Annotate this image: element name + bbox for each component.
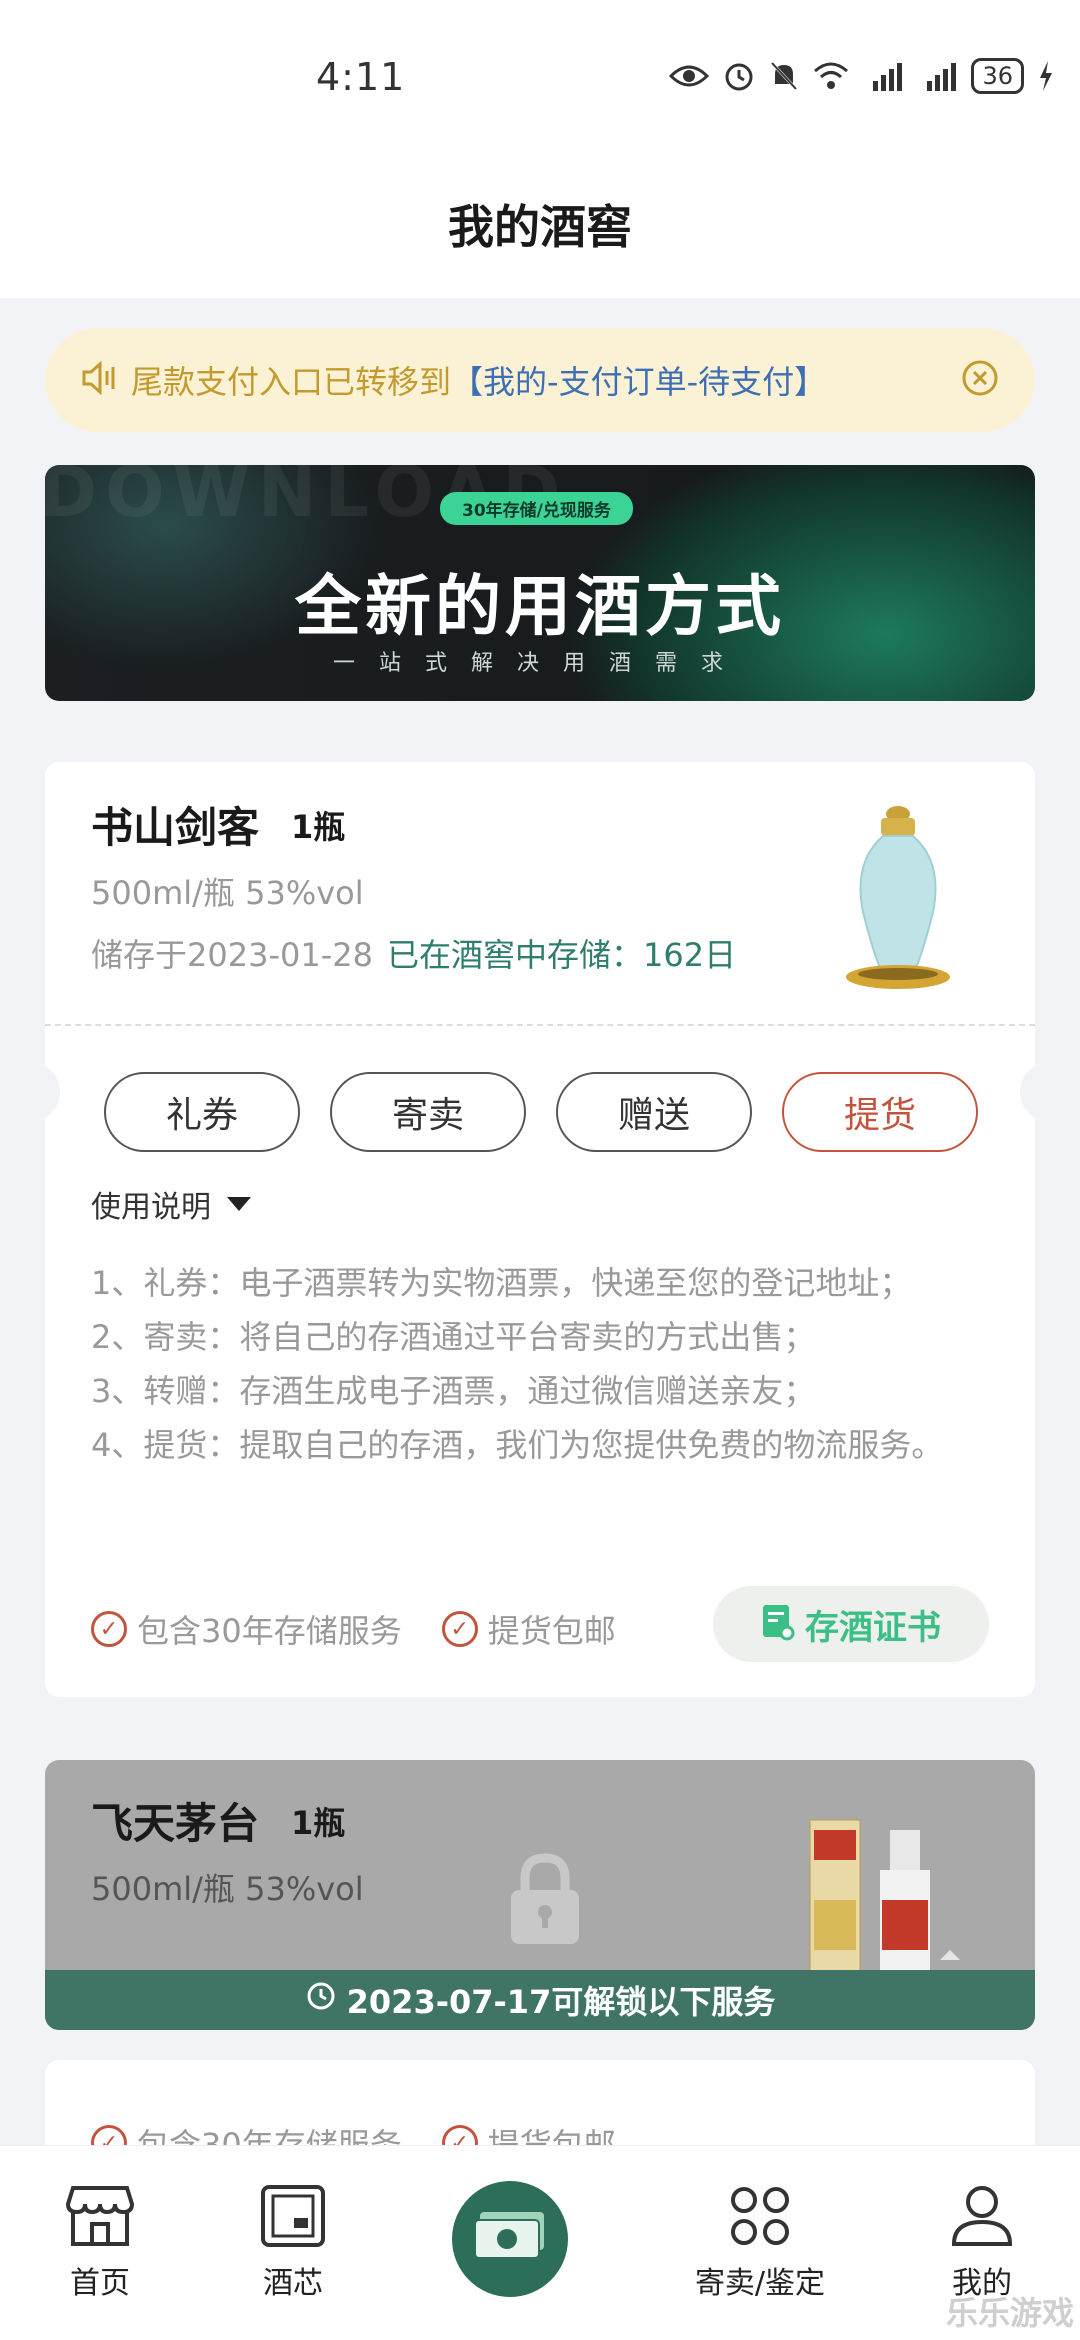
- item-qty: 1瓶: [291, 1804, 346, 1842]
- item-name: 飞天茅台: [91, 1799, 260, 1848]
- rule-item: 1、礼券：电子酒票转为实物酒票，快递至您的登记地址；: [91, 1264, 912, 1302]
- item-spec: 500ml/瓶 53%vol: [91, 1870, 364, 1908]
- badge-storage: ✓包含30年存储服务: [91, 1606, 402, 1652]
- tab-label: 首页: [70, 2266, 130, 2301]
- notice-text: 尾款支付入口已转移到【我的-支付订单-待支付】: [131, 363, 827, 401]
- item-spec: 500ml/瓶 53%vol: [91, 874, 364, 912]
- stored-date: 储存于2023-01-28: [91, 936, 373, 974]
- user-icon: [949, 2184, 1015, 2252]
- service-badges: ✓包含30年存储服务 ✓提货包邮: [91, 1606, 616, 1652]
- notice-link[interactable]: 【我的-支付订单-待支付】: [451, 363, 826, 401]
- certificate-label: 存酒证书: [805, 1607, 941, 1648]
- item-name: 书山剑客: [91, 803, 260, 852]
- alarm-icon: [723, 60, 755, 92]
- ticket-notch-right: [1020, 1062, 1050, 1122]
- status-icons: 36: [669, 58, 1054, 94]
- notice-bar[interactable]: 尾款支付入口已转移到【我的-支付订单-待支付】: [45, 328, 1035, 432]
- status-time: 4:11: [316, 55, 406, 99]
- money-icon: [472, 2210, 548, 2268]
- shop-icon: [65, 2184, 135, 2252]
- badge-free-shipping: ✓提货包邮: [441, 1606, 616, 1652]
- signal-4g-icon-2: [917, 61, 957, 91]
- lock-icon: [505, 1850, 585, 1954]
- tab-consign[interactable]: 寄卖/鉴定: [680, 2184, 840, 2302]
- cellar-item-card: 书山剑客 1瓶 500ml/瓶 53%vol 储存于2023-01-28 已在酒窖…: [30, 762, 1050, 1697]
- usage-toggle[interactable]: 使用说明: [91, 1182, 251, 1226]
- card-divider: [45, 1024, 1035, 1026]
- page-title: 我的酒窖: [448, 200, 632, 254]
- signal-4g-icon: [863, 61, 903, 91]
- promo-banner[interactable]: DOWNLOAD 30年存储/兑现服务 全新的用酒方式 一站式解决用酒需求: [45, 465, 1035, 701]
- certificate-icon: [761, 1603, 795, 1645]
- eye-icon: [669, 62, 710, 90]
- banner-subtitle: 一站式解决用酒需求: [332, 651, 747, 676]
- pickup-button[interactable]: 提货: [782, 1072, 978, 1152]
- rule-item: 2、寄卖：将自己的存酒通过平台寄卖的方式出售；: [91, 1318, 816, 1356]
- speaker-icon: [81, 360, 117, 399]
- mute-bell-icon: [769, 60, 799, 92]
- battery-indicator: 36: [971, 58, 1024, 94]
- center-action-button[interactable]: [452, 2181, 568, 2297]
- stored-days: 已在酒窖中存储：162日: [386, 936, 737, 974]
- usage-label: 使用说明: [91, 1190, 211, 1225]
- item-storage-info: 储存于2023-01-28 已在酒窖中存储：162日: [91, 930, 736, 976]
- close-icon[interactable]: [961, 359, 999, 401]
- chip-icon: [260, 2184, 326, 2252]
- watermark: 乐乐游戏: [945, 2294, 1074, 2332]
- item-qty: 1瓶: [291, 808, 346, 846]
- gift-button[interactable]: 赠送: [556, 1072, 752, 1152]
- page-header: 我的酒窖: [0, 150, 1080, 298]
- ticket-notch-left: [30, 1062, 60, 1122]
- wifi-icon: [813, 61, 849, 91]
- product-image: [833, 802, 963, 1002]
- tab-mine[interactable]: 我的: [932, 2184, 1032, 2302]
- coupon-button[interactable]: 礼券: [104, 1072, 300, 1152]
- consign-button[interactable]: 寄卖: [330, 1072, 526, 1152]
- tab-label: 寄卖/鉴定: [694, 2266, 826, 2301]
- banner-pill: 30年存储/兑现服务: [440, 492, 633, 525]
- check-circle-icon: ✓: [91, 1611, 127, 1647]
- usage-rules: 1、礼券：电子酒票转为实物酒票，快递至您的登记地址； 2、寄卖：将自己的存酒通过…: [91, 1256, 1011, 1472]
- tab-home[interactable]: 首页: [50, 2184, 150, 2302]
- charging-icon: [1038, 61, 1054, 91]
- banner-headline: 全新的用酒方式: [295, 568, 785, 645]
- history-icon: [305, 1980, 337, 2020]
- rule-item: 3、转赠：存酒生成电子酒票，通过微信赠送亲友；: [91, 1372, 816, 1410]
- certificate-button[interactable]: 存酒证书: [713, 1586, 989, 1662]
- action-buttons: 礼券 寄卖 赠送 提货: [104, 1072, 978, 1152]
- tab-chip[interactable]: 酒芯: [243, 2184, 343, 2302]
- status-bar: 4:11 36: [0, 0, 1080, 150]
- check-circle-icon: ✓: [441, 1611, 478, 1647]
- tab-label: 酒芯: [263, 2266, 323, 2301]
- unlock-text: 2023-07-17可解锁以下服务: [346, 1983, 776, 2021]
- unlock-banner: 2023-07-17可解锁以下服务: [45, 1970, 1035, 2030]
- caret-down-icon: [227, 1197, 251, 1211]
- rule-item: 4、提货：提取自己的存酒，我们为您提供免费的物流服务。: [91, 1426, 944, 1464]
- locked-item-card[interactable]: 飞天茅台 1瓶 500ml/瓶 53%vol 2023-07-17可解锁以下服务: [45, 1760, 1035, 2030]
- clover-icon: [727, 2184, 793, 2252]
